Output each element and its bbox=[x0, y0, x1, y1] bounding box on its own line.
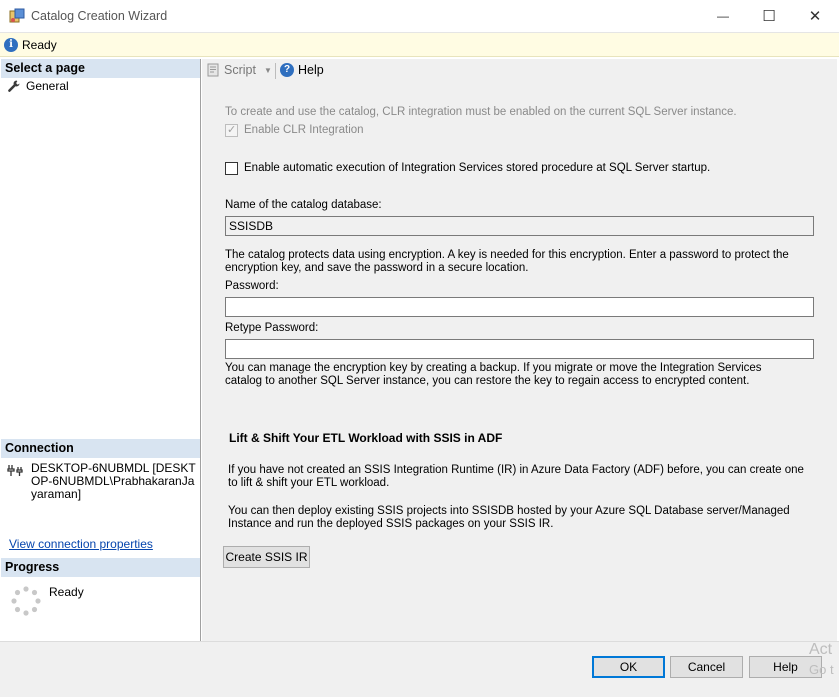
script-icon bbox=[207, 63, 219, 77]
maximize-button[interactable]: ☐ bbox=[746, 0, 792, 32]
script-button[interactable]: Script ▼ bbox=[206, 63, 272, 77]
connection-icon bbox=[7, 465, 23, 476]
page-item-label: General bbox=[26, 79, 69, 93]
auto-execution-checkbox[interactable] bbox=[225, 162, 238, 175]
encryption-note: The catalog protects data using encrypti… bbox=[225, 249, 789, 274]
activation-watermark: Act Go t bbox=[809, 640, 834, 680]
left-pane: Select a page General Connection DESKTOP… bbox=[1, 59, 201, 641]
progress-status: Ready bbox=[49, 585, 84, 599]
progress-spinner-icon bbox=[11, 586, 41, 616]
help-toolbar-label: Help bbox=[298, 63, 324, 77]
cancel-button[interactable]: Cancel bbox=[670, 656, 743, 678]
adf-paragraph-2: You can then deploy existing SSIS projec… bbox=[228, 505, 790, 530]
connection-info: DESKTOP-6NUBMDL [DESKTOP-6NUBMDL\Prabhak… bbox=[7, 462, 199, 501]
dialog-footer: OK Cancel Help bbox=[0, 641, 839, 697]
maximize-icon: ☐ bbox=[762, 8, 776, 25]
close-icon: ✕ bbox=[808, 8, 822, 25]
password-label: Password: bbox=[225, 280, 279, 292]
help-toolbar-button[interactable]: ? Help bbox=[280, 63, 324, 77]
watermark-line-1: Act bbox=[809, 641, 833, 658]
view-connection-properties-link[interactable]: View connection properties bbox=[9, 537, 153, 551]
right-pane: Script ▼ ? Help To create and use the ca… bbox=[202, 59, 837, 641]
close-button[interactable]: ✕ bbox=[792, 0, 838, 32]
catalog-name-label: Name of the catalog database: bbox=[225, 199, 382, 211]
adf-paragraph-1: If you have not created an SSIS Integrat… bbox=[228, 464, 804, 489]
window-title: Catalog Creation Wizard bbox=[31, 9, 168, 23]
adf-section-heading: Lift & Shift Your ETL Workload with SSIS… bbox=[229, 431, 503, 445]
connection-header: Connection bbox=[1, 439, 200, 458]
progress-header: Progress bbox=[1, 558, 200, 577]
enable-clr-label: Enable CLR Integration bbox=[244, 124, 364, 136]
clr-note: To create and use the catalog, CLR integ… bbox=[225, 106, 737, 118]
minimize-button[interactable]: — bbox=[700, 0, 746, 32]
auto-execution-label: Enable automatic execution of Integratio… bbox=[244, 162, 711, 174]
script-label: Script bbox=[224, 63, 256, 77]
watermark-line-2: Go t bbox=[809, 662, 834, 677]
wrench-icon bbox=[8, 80, 20, 92]
retype-password-label: Retype Password: bbox=[225, 322, 319, 334]
retype-password-field[interactable] bbox=[225, 339, 814, 359]
create-ssis-ir-button[interactable]: Create SSIS IR bbox=[223, 546, 310, 568]
catalog-name-field[interactable]: SSISDB bbox=[225, 216, 814, 236]
wizard-app-icon bbox=[9, 8, 25, 23]
chevron-down-icon: ▼ bbox=[263, 65, 272, 75]
title-bar: Catalog Creation Wizard — ☐ ✕ bbox=[0, 0, 839, 33]
enable-clr-checkbox[interactable] bbox=[225, 123, 238, 137]
page-item-general[interactable]: General bbox=[7, 79, 69, 93]
status-strip: i Ready bbox=[0, 33, 839, 57]
toolbar-separator bbox=[275, 63, 276, 79]
toolbar: Script ▼ ? Help bbox=[202, 59, 837, 83]
help-icon: ? bbox=[280, 63, 294, 77]
info-icon: i bbox=[4, 38, 18, 52]
backup-note: You can manage the encryption key by cre… bbox=[225, 362, 762, 387]
password-field[interactable] bbox=[225, 297, 814, 317]
connection-text: DESKTOP-6NUBMDL [DESKTOP-6NUBMDL\Prabhak… bbox=[31, 461, 196, 501]
ok-button[interactable]: OK bbox=[592, 656, 665, 678]
select-page-header: Select a page bbox=[1, 59, 200, 78]
status-text: Ready bbox=[22, 38, 57, 52]
minimize-icon: — bbox=[717, 9, 729, 23]
